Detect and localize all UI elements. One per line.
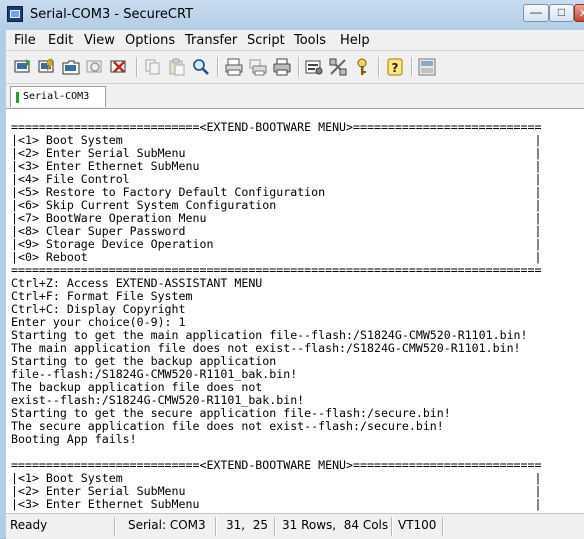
status-ready: Ready [10,518,48,532]
status-separator [442,517,444,536]
copy-icon[interactable] [144,58,162,76]
tab-serial-com3[interactable]: Serial-COM3 [10,86,106,107]
connect-icon[interactable] [14,58,32,76]
tab-label: Serial-COM3 [23,91,90,102]
connect-in-tab-icon[interactable] [62,58,80,76]
connection-status-indicator [16,92,19,103]
status-emulation: VT100 [398,518,437,532]
global-options-icon[interactable] [329,58,347,76]
menu-view[interactable]: View [84,33,115,48]
maximize-button[interactable]: □ [549,4,574,22]
paste-icon[interactable] [168,58,186,76]
print-setup-icon[interactable] [225,58,243,76]
sftp-icon[interactable] [418,58,436,76]
terminal-line: |<3> Enter Ethernet SubMenu | [11,497,542,511]
menu-script[interactable]: Script [247,33,285,48]
toolbar-separator [411,57,413,77]
menu-transfer[interactable]: Transfer [185,33,237,48]
disconnect-icon[interactable] [110,58,128,76]
menu-file[interactable]: File [14,33,36,48]
status-separator [274,517,276,536]
menu-tools[interactable]: Tools [294,33,326,48]
print-selection-icon[interactable] [249,58,267,76]
minimize-button[interactable]: — [523,4,549,22]
help-icon[interactable]: ? [386,58,404,76]
app-window: Serial-COM3 - SecureCRT — □ x File Edit … [0,0,584,539]
window-title: Serial-COM3 - SecureCRT [30,7,194,22]
toolbar-separator [378,57,380,77]
status-separator [391,517,393,536]
reconnect-icon[interactable] [86,58,104,76]
terminal-line: Booting App fails! [11,432,137,446]
quick-connect-icon[interactable] [38,58,56,76]
find-icon[interactable] [192,58,210,76]
toolbar: ? [6,51,584,84]
toolbar-separator [298,57,300,77]
session-options-icon[interactable] [305,58,323,76]
menu-options[interactable]: Options [125,33,175,48]
title-bar: Serial-COM3 - SecureCRT — □ x [0,0,584,28]
terminal-text: ===========================<EXTEND-BOOTW… [11,121,541,511]
status-terminal-size: 31 Rows, 84 Cols [282,518,389,532]
status-cursor-position: 31, 25 [226,518,268,532]
status-separator [114,517,116,536]
terminal-output[interactable]: ===========================<EXTEND-BOOTW… [6,108,584,514]
toolbar-separator [217,57,219,77]
securecrt-app-icon[interactable] [7,6,23,22]
session-tab-bar: Serial-COM3 [6,84,584,108]
status-bar: Ready Serial: COM3 31, 25 31 Rows, 84 Co… [6,513,584,539]
close-button[interactable]: x [574,4,584,22]
status-connection: Serial: COM3 [128,518,206,532]
print-icon[interactable] [273,58,291,76]
svg-text:?: ? [392,61,399,75]
menu-help[interactable]: Help [340,33,370,48]
toolbar-separator [136,57,138,77]
keymap-icon[interactable] [353,58,371,76]
status-separator [215,517,217,536]
menu-edit[interactable]: Edit [48,33,73,48]
menu-bar: File Edit View Options Transfer Script T… [6,30,584,51]
